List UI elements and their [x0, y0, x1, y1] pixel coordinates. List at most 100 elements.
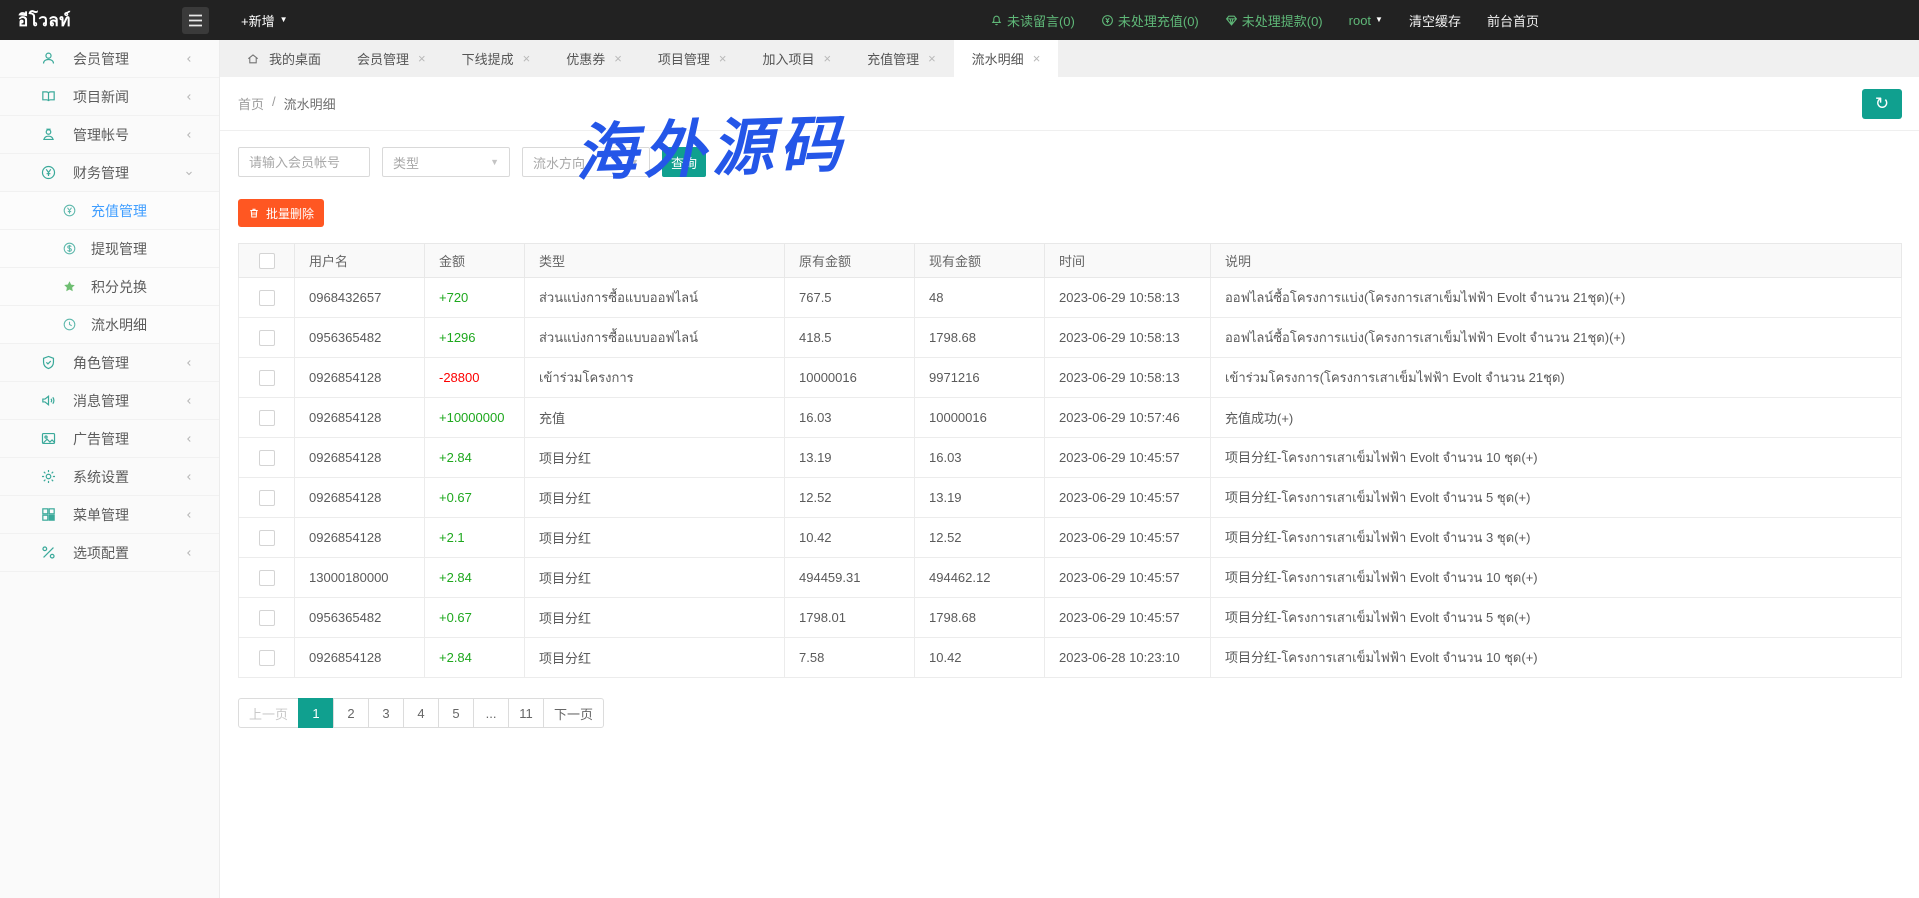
row-checkbox[interactable]: [259, 410, 275, 426]
pagination: 上一页 1 2 3 4 5 ... 11 下一页: [238, 698, 1919, 728]
member-account-input[interactable]: [238, 147, 370, 177]
sidebar-item-admin-accounts[interactable]: 管理帐号: [0, 116, 219, 154]
pagination-page-3[interactable]: 3: [368, 698, 404, 728]
tab-recharge-management[interactable]: 充值管理×: [849, 40, 954, 77]
topbar-right-group: 未读留言(0) 未处理充值(0) 未处理提款(0) root ▼ 清空缓存 前台…: [990, 11, 1539, 30]
tab-close-icon[interactable]: ×: [523, 51, 531, 66]
sidebar-item-recharge-management[interactable]: 充值管理: [0, 192, 219, 230]
sidebar-item-system-settings[interactable]: 系统设置: [0, 458, 219, 496]
sidebar-item-member-management[interactable]: 会员管理: [0, 40, 219, 78]
unread-messages-link[interactable]: 未读留言(0): [990, 11, 1075, 30]
pending-recharge-link[interactable]: 未处理充值(0): [1101, 11, 1199, 30]
search-button[interactable]: 查询: [662, 147, 706, 177]
add-new-dropdown[interactable]: +新增 ▼: [241, 11, 288, 30]
row-checkbox[interactable]: [259, 530, 275, 546]
tab-join-project[interactable]: 加入项目×: [744, 40, 849, 77]
options-icon: [40, 544, 57, 561]
col-description: 说明: [1211, 244, 1902, 278]
tab-close-icon[interactable]: ×: [928, 51, 936, 66]
pending-withdraw-link[interactable]: 未处理提款(0): [1225, 11, 1323, 30]
clock-icon: [62, 317, 77, 332]
chevron-left-icon: [183, 433, 195, 445]
gem-icon: [1225, 14, 1238, 27]
row-checkbox[interactable]: [259, 610, 275, 626]
main-content: 首页 / 流水明细 ↻ 类型 ▼ 流水方向 ▼ 查询 批量删除: [220, 77, 1919, 898]
flow-table: 用户名 金额 类型 原有金额 现有金额 时间 说明 0968432657 +72…: [238, 243, 1902, 678]
star-icon: [62, 279, 77, 294]
table-toolbar: 批量删除: [220, 177, 1919, 227]
gear-icon: [40, 468, 57, 485]
pagination-page-11[interactable]: 11: [508, 698, 544, 728]
select-all-checkbox[interactable]: [259, 253, 275, 269]
chevron-left-icon: [183, 91, 195, 103]
type-select[interactable]: 类型 ▼: [382, 147, 510, 177]
pagination-page-4[interactable]: 4: [403, 698, 439, 728]
yen-circle-icon: [62, 203, 77, 218]
refresh-icon: ↻: [1875, 94, 1889, 114]
tab-close-icon[interactable]: ×: [719, 51, 727, 66]
user-menu-dropdown[interactable]: root ▼: [1349, 13, 1383, 28]
sidebar-item-ad-management[interactable]: 广告管理: [0, 420, 219, 458]
chevron-left-icon: [183, 395, 195, 407]
sidebar-item-options-config[interactable]: 选项配置: [0, 534, 219, 572]
chevron-left-icon: [183, 357, 195, 369]
filter-bar: 类型 ▼ 流水方向 ▼ 查询: [220, 131, 1919, 177]
sidebar-item-points-exchange[interactable]: 积分兑换: [0, 268, 219, 306]
row-checkbox[interactable]: [259, 570, 275, 586]
chevron-left-icon: [183, 509, 195, 521]
top-header-bar: อีโวลท์ +新增 ▼ 未读留言(0) 未处理充值(0) 未处理提款(0) …: [0, 0, 1919, 40]
sidebar-item-menu-management[interactable]: 菜单管理: [0, 496, 219, 534]
breadcrumb-home-link[interactable]: 首页: [238, 94, 264, 113]
dollar-circle-icon: [62, 241, 77, 256]
tab-coupon[interactable]: 优惠券×: [548, 40, 640, 77]
sidebar-item-withdraw-management[interactable]: 提现管理: [0, 230, 219, 268]
row-checkbox[interactable]: [259, 450, 275, 466]
image-icon: [40, 430, 57, 447]
flow-direction-select[interactable]: 流水方向 ▼: [522, 147, 650, 177]
tab-downline-commission[interactable]: 下线提成×: [444, 40, 549, 77]
row-checkbox[interactable]: [259, 290, 275, 306]
hamburger-icon: [188, 14, 203, 27]
front-home-link[interactable]: 前台首页: [1487, 11, 1539, 30]
tab-member-management[interactable]: 会员管理×: [339, 40, 444, 77]
sidebar-item-role-management[interactable]: 角色管理: [0, 344, 219, 382]
pagination-ellipsis: ...: [473, 698, 509, 728]
clear-cache-link[interactable]: 清空缓存: [1409, 11, 1461, 30]
chevron-left-icon: [183, 53, 195, 65]
tab-close-icon[interactable]: ×: [823, 51, 831, 66]
chevron-down-icon: ▼: [280, 16, 288, 24]
sidebar-item-message-management[interactable]: 消息管理: [0, 382, 219, 420]
tab-my-desktop[interactable]: 我的桌面: [228, 40, 339, 77]
row-checkbox[interactable]: [259, 370, 275, 386]
tab-close-icon[interactable]: ×: [418, 51, 426, 66]
chevron-left-icon: [183, 129, 195, 141]
table-row: 0956365482 +1296 ส่วนแบ่งการซื้อแบบออฟไล…: [239, 318, 1902, 358]
sidebar-item-finance-management[interactable]: 财务管理: [0, 154, 219, 192]
tab-close-icon[interactable]: ×: [614, 51, 622, 66]
shield-check-icon: [40, 354, 57, 371]
yen-coin-icon: [1101, 14, 1114, 27]
sidebar-item-flow-detail[interactable]: 流水明细: [0, 306, 219, 344]
pagination-page-2[interactable]: 2: [333, 698, 369, 728]
pagination-prev-button[interactable]: 上一页: [238, 698, 299, 728]
pagination-page-5[interactable]: 5: [438, 698, 474, 728]
col-amount: 金额: [425, 244, 525, 278]
sidebar-item-project-news[interactable]: 项目新闻: [0, 78, 219, 116]
table-row: 0926854128 +2.84 项目分红 7.58 10.42 2023-06…: [239, 638, 1902, 678]
bell-icon: [990, 14, 1003, 27]
app-logo: อีโวลท์: [0, 7, 180, 34]
tab-close-icon[interactable]: ×: [1033, 51, 1041, 66]
pagination-next-button[interactable]: 下一页: [543, 698, 604, 728]
tab-flow-detail[interactable]: 流水明细×: [954, 40, 1059, 77]
refresh-button[interactable]: ↻: [1862, 89, 1902, 119]
pagination-page-1[interactable]: 1: [298, 698, 334, 728]
col-type: 类型: [525, 244, 785, 278]
row-checkbox[interactable]: [259, 490, 275, 506]
tab-project-management[interactable]: 项目管理×: [640, 40, 745, 77]
row-checkbox[interactable]: [259, 650, 275, 666]
batch-delete-button[interactable]: 批量删除: [238, 199, 324, 227]
sidebar-menu: 会员管理 项目新闻 管理帐号 财务管理 充值管理 提现管理 积分兑换 流水明细 …: [0, 40, 220, 898]
sidebar-toggle-button[interactable]: [182, 7, 209, 34]
row-checkbox[interactable]: [259, 330, 275, 346]
open-tabs-bar: 我的桌面 会员管理× 下线提成× 优惠券× 项目管理× 加入项目× 充值管理× …: [220, 40, 1919, 77]
